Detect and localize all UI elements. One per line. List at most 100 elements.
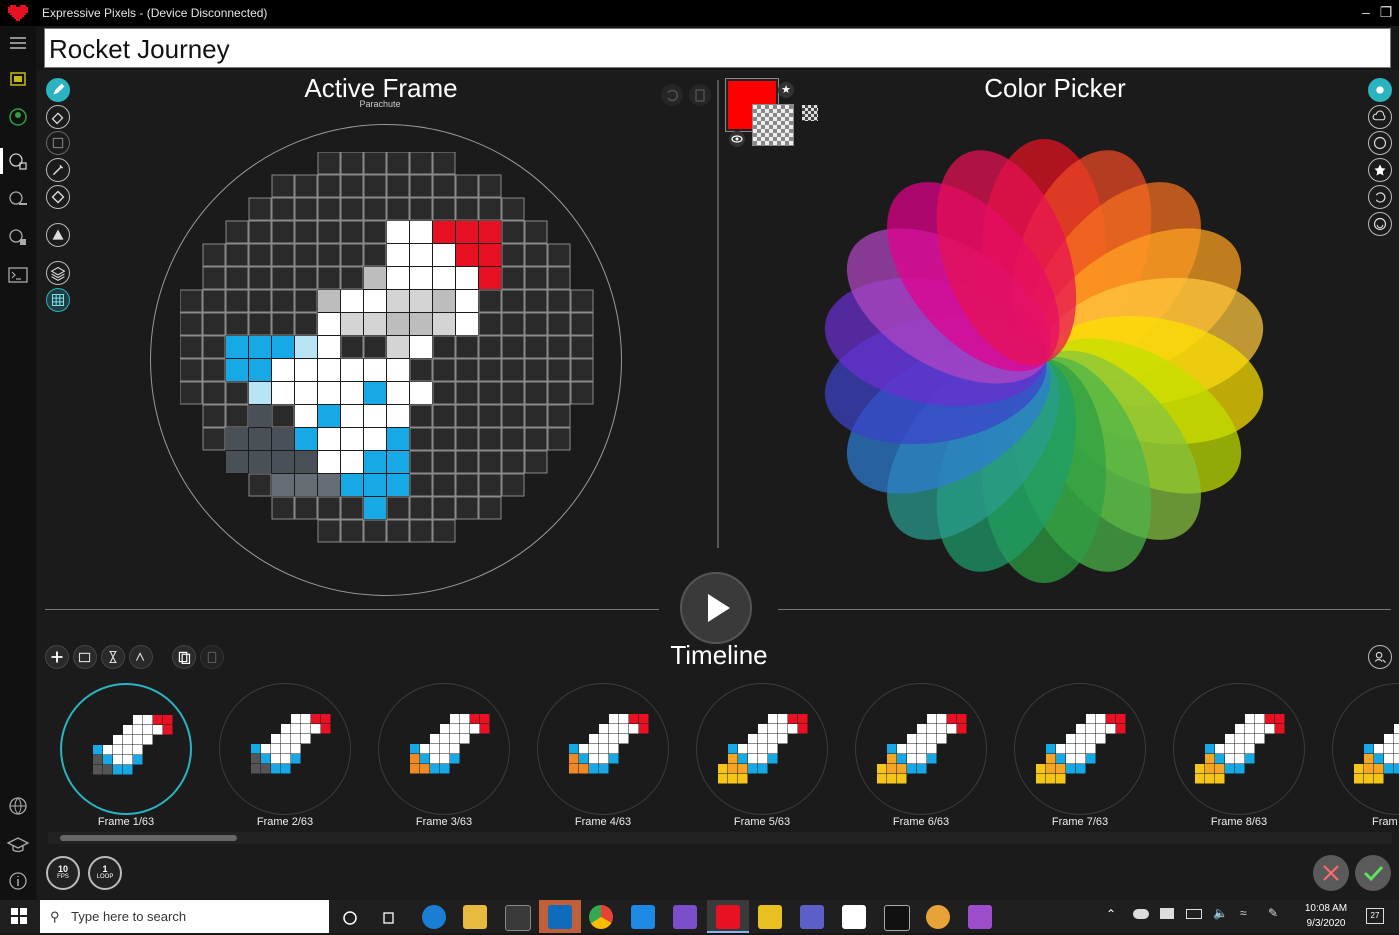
- add-frame-icon[interactable]: [45, 645, 69, 669]
- canvas-pixel[interactable]: [363, 197, 387, 221]
- timeline-frame[interactable]: [1014, 683, 1146, 815]
- canvas-pixel[interactable]: [295, 451, 317, 473]
- canvas-pixel[interactable]: [501, 266, 525, 290]
- canvas-pixel[interactable]: [433, 267, 455, 289]
- canvas-pixel[interactable]: [387, 382, 409, 404]
- shape-icon[interactable]: [46, 223, 70, 247]
- canvas-pixel[interactable]: [363, 335, 387, 359]
- canvas-pixel[interactable]: [248, 243, 272, 267]
- canvas-pixel[interactable]: [524, 289, 548, 313]
- canvas-pixel[interactable]: [410, 244, 432, 266]
- canvas-pixel[interactable]: [547, 266, 571, 290]
- canvas-pixel[interactable]: [272, 451, 294, 473]
- canvas-pixel[interactable]: [364, 497, 386, 519]
- canvas-pixel[interactable]: [524, 266, 548, 290]
- canvas-pixel[interactable]: [570, 381, 594, 405]
- canvas-pixel[interactable]: [478, 335, 502, 359]
- canvas-pixel[interactable]: [318, 290, 340, 312]
- emoji-icon[interactable]: [1368, 212, 1392, 236]
- canvas-pixel[interactable]: [341, 382, 363, 404]
- canvas-pixel[interactable]: [478, 427, 502, 451]
- canvas-pixel[interactable]: [524, 381, 548, 405]
- canvas-pixel[interactable]: [455, 404, 479, 428]
- canvas-pixel[interactable]: [479, 244, 501, 266]
- canvas-pixel[interactable]: [294, 174, 318, 198]
- transparent-color-icon[interactable]: [802, 105, 818, 121]
- canvas-pixel[interactable]: [387, 405, 409, 427]
- canvas-pixel[interactable]: [295, 359, 317, 381]
- canvas-pixel[interactable]: [341, 474, 363, 496]
- canvas-pixel[interactable]: [364, 290, 386, 312]
- canvas-pixel[interactable]: [340, 243, 364, 267]
- canvas-pixel[interactable]: [318, 336, 340, 358]
- learn-icon[interactable]: [5, 832, 31, 858]
- canvas-pixel[interactable]: [409, 404, 433, 428]
- canvas-pixel[interactable]: [202, 289, 226, 313]
- canvas-pixel[interactable]: [501, 427, 525, 451]
- eye-icon[interactable]: [729, 131, 745, 147]
- color-wheel[interactable]: [814, 131, 1274, 591]
- canvas-pixel[interactable]: [501, 358, 525, 382]
- canvas-pixel[interactable]: [409, 496, 433, 520]
- canvas-pixel[interactable]: [271, 220, 295, 244]
- canvas-pixel[interactable]: [225, 243, 249, 267]
- paste-frame-icon[interactable]: [200, 645, 224, 669]
- canvas-pixel[interactable]: [410, 221, 432, 243]
- canvas-pixel[interactable]: [387, 221, 409, 243]
- canvas-pixel[interactable]: [180, 289, 203, 313]
- outlook-icon[interactable]: [548, 905, 572, 929]
- canvas-pixel[interactable]: [432, 197, 456, 221]
- canvas-pixel[interactable]: [318, 428, 340, 450]
- canvas-pixel[interactable]: [547, 335, 571, 359]
- project-name-input[interactable]: Rocket Journey: [44, 28, 1391, 68]
- canvas-pixel[interactable]: [318, 313, 340, 335]
- canvas-pixel[interactable]: [318, 474, 340, 496]
- canvas-pixel[interactable]: [409, 519, 433, 543]
- canvas-pixel[interactable]: [478, 450, 502, 474]
- visual-studio-icon[interactable]: [673, 905, 697, 929]
- canvas-pixel[interactable]: [364, 382, 386, 404]
- canvas-pixel[interactable]: [340, 174, 364, 198]
- canvas-pixel[interactable]: [387, 336, 409, 358]
- canvas-pixel[interactable]: [317, 243, 341, 267]
- canvas-pixel[interactable]: [387, 267, 409, 289]
- timeline-frame[interactable]: [60, 683, 192, 815]
- canvas-pixel[interactable]: [432, 335, 456, 359]
- select-icon[interactable]: [46, 131, 70, 155]
- star-icon[interactable]: [1368, 158, 1392, 182]
- canvas-pixel[interactable]: [202, 404, 226, 428]
- canvas-pixel[interactable]: [248, 220, 272, 244]
- canvas-pixel[interactable]: [364, 451, 386, 473]
- canvas-pixel[interactable]: [271, 243, 295, 267]
- canvas-pixel[interactable]: [363, 220, 387, 244]
- canvas-pixel[interactable]: [479, 267, 501, 289]
- wifi-icon[interactable]: ≈: [1240, 906, 1247, 920]
- canvas-pixel[interactable]: [547, 427, 571, 451]
- canvas-pixel[interactable]: [340, 519, 364, 543]
- vscode-icon[interactable]: [631, 905, 655, 929]
- canvas-pixel[interactable]: [478, 473, 502, 497]
- canvas-pixel[interactable]: [501, 381, 525, 405]
- tray-chevron-icon[interactable]: ⌃: [1106, 907, 1116, 921]
- minimize-icon[interactable]: –: [1358, 3, 1374, 21]
- canvas-pixel[interactable]: [524, 404, 548, 428]
- terminal-taskbar-icon[interactable]: [884, 905, 910, 931]
- canvas-pixel[interactable]: [341, 359, 363, 381]
- canvas-pixel[interactable]: [456, 313, 478, 335]
- canvas-pixel[interactable]: [432, 496, 456, 520]
- canvas-pixel[interactable]: [433, 313, 455, 335]
- canvas-pixel[interactable]: [387, 474, 409, 496]
- canvas-pixel[interactable]: [410, 290, 432, 312]
- canvas-pixel[interactable]: [433, 290, 455, 312]
- eraser-icon[interactable]: [46, 105, 70, 129]
- canvas-pixel[interactable]: [547, 381, 571, 405]
- canvas-pixel[interactable]: [386, 174, 410, 198]
- canvas-pixel[interactable]: [340, 266, 364, 290]
- timeline-frame[interactable]: [1173, 683, 1305, 815]
- canvas-pixel[interactable]: [455, 174, 479, 198]
- canvas-pixel[interactable]: [547, 312, 571, 336]
- canvas-pixel[interactable]: [501, 243, 525, 267]
- canvas-pixel[interactable]: [341, 290, 363, 312]
- globe-icon[interactable]: [5, 793, 31, 819]
- canvas-pixel[interactable]: [387, 359, 409, 381]
